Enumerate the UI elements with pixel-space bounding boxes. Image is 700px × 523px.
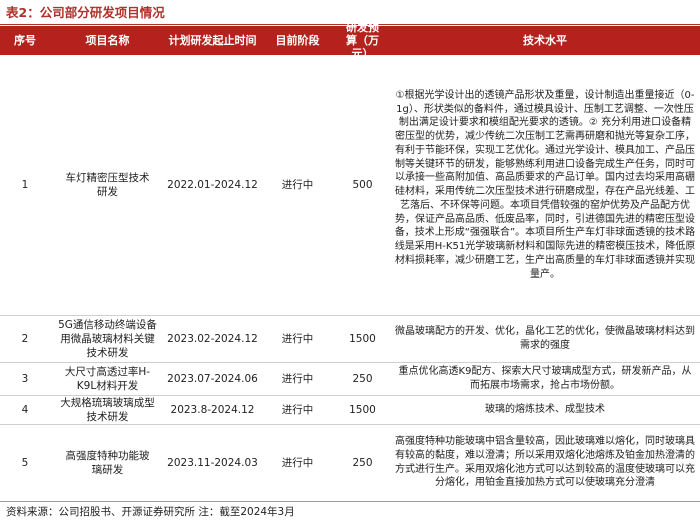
cell-name: 高强度特种功能玻璃研发	[65, 449, 150, 476]
table-row: 2 5G通信移动终端设备用微晶玻璃材料关键技术研发 2023.02-2024.1…	[0, 315, 700, 363]
cell-budget: 1500	[349, 332, 376, 345]
cell-seq: 2	[21, 332, 29, 345]
header-seq: 序号	[14, 34, 36, 47]
cell-tech: 微晶玻璃配方的开发、优化，晶化工艺的优化，使微晶玻璃材料达到需求的强度	[395, 325, 695, 351]
header-budget: 研发预算（万元）	[346, 21, 379, 60]
cell-time: 2023.07-2024.06	[167, 372, 258, 385]
cell-seq: 3	[21, 372, 29, 385]
table-row: 1 车灯精密压型技术研发 2022.01-2024.12 进行中 500 ①根据…	[0, 55, 700, 316]
header-stage: 目前阶段	[275, 34, 320, 47]
table-row: 4 大规格琉璃玻璃成型技术研发 2023.8-2024.12 进行中 1500 …	[0, 395, 700, 425]
table-row: 5 高强度特种功能玻璃研发 2023.11-2024.03 进行中 250 高强…	[0, 424, 700, 502]
header-time: 计划研发起止时间	[168, 34, 257, 47]
source-note: 资料来源：公司招股书、开源证券研究所 注：截至2024年3月	[6, 506, 295, 518]
cell-time: 2023.11-2024.03	[167, 456, 258, 469]
cell-tech: 高强度特种功能玻璃中铝含量较高，因此玻璃难以熔化，同时玻璃具有较高的黏度，难以澄…	[395, 436, 695, 489]
header-name: 项目名称	[85, 34, 130, 47]
cell-name: 5G通信移动终端设备用微晶玻璃材料关键技术研发	[58, 318, 157, 359]
cell-tech: 玻璃的熔炼技术、成型技术	[485, 403, 605, 415]
cell-stage: 进行中	[281, 372, 314, 385]
cell-stage: 进行中	[281, 456, 314, 469]
cell-budget: 1500	[349, 403, 376, 416]
cell-budget: 500	[352, 179, 373, 191]
cell-seq: 1	[21, 179, 29, 191]
cell-tech: ①根据光学设计出的透镜产品形状及重量，设计制造出重量接近（0-1g）、形状类似的…	[394, 89, 696, 280]
cell-time: 2022.01-2024.12	[167, 179, 258, 191]
cell-time: 2023.8-2024.12	[170, 403, 255, 416]
cell-budget: 250	[352, 372, 373, 385]
cell-time: 2023.02-2024.12	[167, 332, 258, 345]
cell-name: 大规格琉璃玻璃成型技术研发	[60, 396, 155, 423]
header-tech: 技术水平	[523, 34, 567, 47]
cell-name: 车灯精密压型技术研发	[65, 172, 150, 198]
table-title: 表2：公司部分研发项目情况	[6, 5, 165, 20]
cell-seq: 4	[21, 403, 29, 416]
cell-budget: 250	[352, 456, 373, 469]
cell-seq: 5	[21, 456, 29, 469]
cell-tech: 重点优化高透K9配方、探索大尺寸玻璃成型方式，研发新产品，从而拓展市场需求，抢占…	[398, 365, 692, 391]
cell-name: 大尺寸高透过率H-K9L材料开发	[64, 365, 151, 392]
table-row: 3 大尺寸高透过率H-K9L材料开发 2023.07-2024.06 进行中 2…	[0, 362, 700, 396]
cell-stage: 进行中	[281, 403, 314, 416]
cell-stage: 进行中	[281, 332, 314, 345]
table-header: 序号 项目名称 计划研发起止时间 目前阶段 研发预算（万元） 技术水平	[0, 21, 700, 60]
cell-stage: 进行中	[281, 179, 314, 191]
